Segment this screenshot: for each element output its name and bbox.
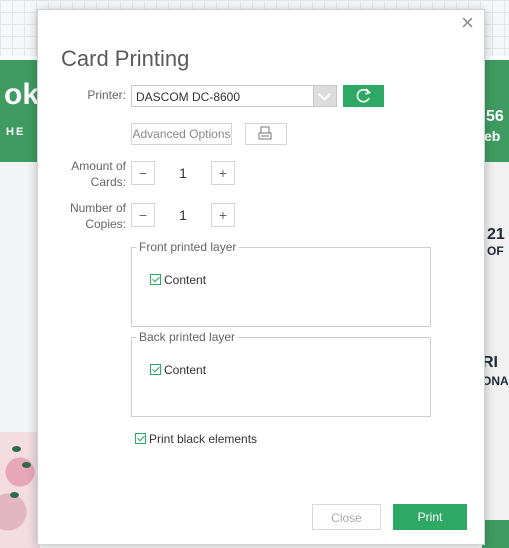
amount-increment-button[interactable]: + xyxy=(211,161,235,185)
background-flower-image xyxy=(0,432,40,548)
front-layer-legend: Front printed layer xyxy=(139,240,237,254)
front-content-checkbox[interactable]: Content xyxy=(150,273,206,287)
background-band-left: ok HE xyxy=(0,60,40,162)
printer-icon xyxy=(258,126,272,140)
checkbox-checked-icon xyxy=(150,364,161,375)
copies-increment-button[interactable]: + xyxy=(211,203,235,227)
copies-label-line1: Number of xyxy=(69,201,126,215)
amount-of-cards-value[interactable]: 1 xyxy=(159,161,207,185)
number-of-copies-stepper: − 1 + xyxy=(131,203,235,227)
number-of-copies-label: Number of Copies: xyxy=(58,200,126,232)
background-text: ONA xyxy=(482,374,509,388)
print-button[interactable]: Print xyxy=(393,504,467,530)
print-black-elements-checkbox[interactable]: Print black elements xyxy=(135,432,257,446)
leaf-shape xyxy=(22,462,31,468)
checkbox-checked-icon xyxy=(135,433,146,444)
background-text: ok xyxy=(4,78,40,111)
printer-select[interactable]: DASCOM DC-8600 xyxy=(131,85,337,107)
background-band-right: 56 eb xyxy=(482,60,509,162)
background-text: HE xyxy=(6,126,26,138)
refresh-button[interactable] xyxy=(343,85,384,107)
leaf-shape xyxy=(12,446,21,452)
back-content-label: Content xyxy=(164,363,207,377)
background-text: OF xyxy=(487,244,504,258)
chevron-down-icon[interactable] xyxy=(313,86,336,106)
print-preview-button[interactable] xyxy=(245,123,287,145)
number-of-copies-value[interactable]: 1 xyxy=(159,203,207,227)
card-printing-dialog: × Card Printing Printer: DASCOM DC-8600 … xyxy=(37,9,485,545)
background-text: eb xyxy=(484,128,501,144)
dialog-title: Card Printing xyxy=(61,46,190,71)
amount-of-cards-label: Amount of Cards: xyxy=(58,158,126,190)
copies-label-line2: Copies: xyxy=(85,217,126,231)
checkbox-checked-icon xyxy=(150,274,161,285)
background-card-right: 21 OF RI ONA xyxy=(482,162,509,548)
leaf-shape xyxy=(10,492,19,498)
advanced-options-button[interactable]: Advanced Options xyxy=(131,123,232,145)
print-black-elements-label: Print black elements xyxy=(149,432,258,446)
amount-of-cards-stepper: − 1 + xyxy=(131,161,235,185)
close-icon[interactable]: × xyxy=(461,12,474,34)
printer-select-value: DASCOM DC-8600 xyxy=(136,90,241,104)
back-content-checkbox[interactable]: Content xyxy=(150,363,206,377)
back-layer-legend: Back printed layer xyxy=(139,330,236,344)
printer-label: Printer: xyxy=(87,88,126,102)
background-band-bottom xyxy=(482,520,509,548)
refresh-icon xyxy=(356,88,371,103)
amount-label-line2: Cards: xyxy=(90,175,126,189)
amount-decrement-button[interactable]: − xyxy=(131,161,155,185)
copies-decrement-button[interactable]: − xyxy=(131,203,155,227)
amount-label-line1: Amount of xyxy=(71,159,126,173)
front-content-label: Content xyxy=(164,273,207,287)
close-button[interactable]: Close xyxy=(312,504,381,530)
background-text: 21 xyxy=(487,226,505,243)
background-text: 56 xyxy=(486,108,504,125)
